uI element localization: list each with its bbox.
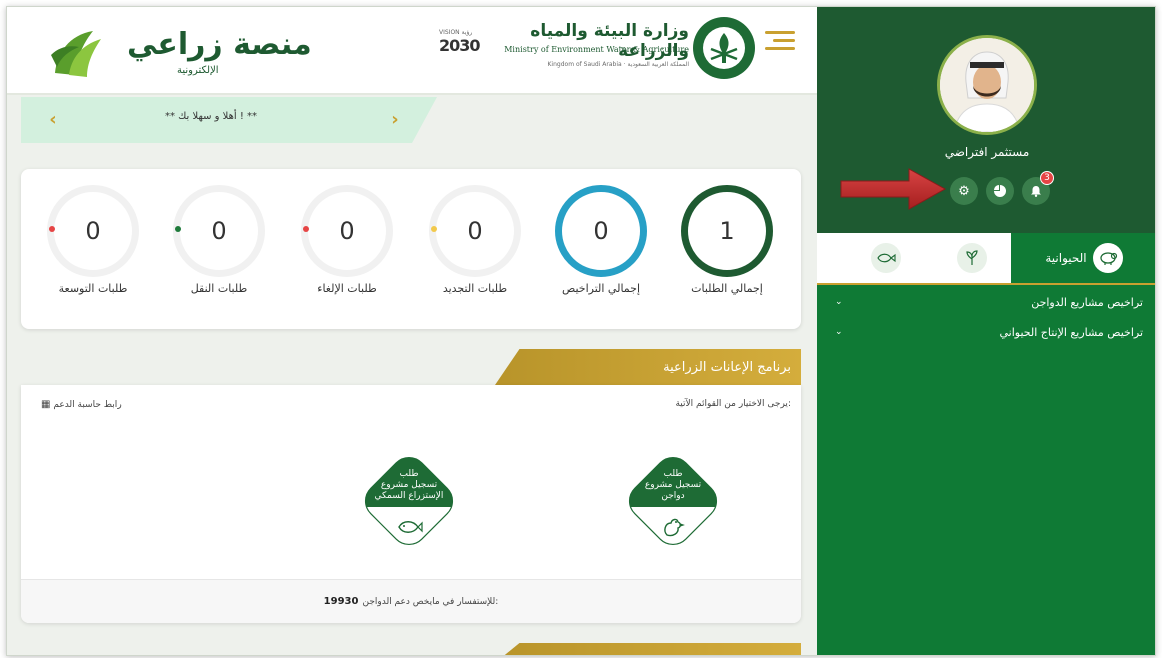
- stat-total-licenses[interactable]: 0 إجمالي التراخيص: [541, 179, 661, 319]
- leaf-logo-icon: [51, 31, 101, 77]
- gear-icon: ⚙: [958, 183, 970, 199]
- ministry-emblem-icon: [693, 17, 755, 79]
- vision-2030-logo: VISION رؤية 2030: [439, 29, 489, 59]
- welcome-ribbon: ‹ ** أهلا و سهلا بك ! ** ›: [21, 97, 437, 143]
- stat-ring: 0: [301, 185, 393, 277]
- stat-value: 0: [85, 217, 101, 245]
- stat-label: إجمالي الطلبات: [691, 282, 763, 295]
- annotation-arrow-icon: [840, 168, 947, 210]
- support-calculator-link[interactable]: ▦ رابط حاسبة الدعم: [41, 399, 122, 410]
- sidebar-item-label: تراخيص مشاريع الدواجن: [1031, 295, 1143, 309]
- prog-line: الإستزراع السمكي: [374, 491, 444, 501]
- stat-total-requests[interactable]: 1 إجمالي الطلبات: [667, 179, 787, 319]
- bell-icon: [1031, 186, 1041, 197]
- sheep-icon: [1092, 243, 1123, 273]
- vision-year: 2030: [439, 36, 481, 55]
- user-name: مستثمر افتراضي: [944, 145, 1030, 159]
- tab-fisheries[interactable]: [851, 233, 921, 283]
- statistics-card: 1 إجمالي الطلبات 0 إجمالي التراخيص 0 طلب…: [21, 169, 801, 329]
- stat-ring: 0: [429, 185, 521, 277]
- top-header: منصة زراعي الإلكترونية VISION رؤية 2030 …: [7, 7, 817, 95]
- avatar[interactable]: [937, 35, 1037, 135]
- stat-ring: 0: [47, 185, 139, 277]
- settings-button[interactable]: ⚙: [950, 177, 978, 205]
- status-dot: [303, 226, 309, 232]
- zerai-platform-logo[interactable]: منصة زراعي الإلكترونية: [47, 21, 312, 81]
- stat-value: 0: [467, 217, 483, 245]
- ministry-country: Kingdom of Saudi Arabia · المملكة العربي…: [547, 61, 690, 68]
- stat-label: طلبات النقل: [190, 282, 248, 295]
- sidebar-item-livestock-licenses[interactable]: تراخيص مشاريع الإنتاج الحيواني ⌄: [817, 317, 1155, 347]
- stat-value: 0: [339, 217, 355, 245]
- app-window: منصة زراعي الإلكترونية VISION رؤية 2030 …: [6, 6, 1156, 656]
- chevron-down-icon: ⌄: [835, 327, 843, 337]
- prog-line: طلب: [399, 469, 419, 479]
- welcome-text: ** أهلا و سهلا بك ! **: [164, 111, 258, 122]
- calculator-icon: ▦: [41, 399, 51, 410]
- programs-footer: 19930 للإستفسار في مايخص دعم الدواجن:: [21, 579, 801, 623]
- stat-value: 1: [719, 217, 735, 245]
- stat-value: 0: [593, 217, 609, 245]
- register-poultry-project-button[interactable]: طلب تسجيل مشروع دواجن: [621, 449, 725, 553]
- prog-line: تسجيل مشروع: [380, 480, 438, 490]
- profile-actions: ⚙ 3: [950, 171, 1054, 205]
- tab-livestock-label: الحيوانية: [1045, 251, 1087, 265]
- calc-link-text: رابط حاسبة الدعم: [53, 400, 122, 410]
- sidebar-tabs: الحيوانية: [817, 233, 1155, 285]
- status-dot: [175, 226, 181, 232]
- stat-transfer-requests[interactable]: 0 طلبات النقل: [159, 179, 279, 319]
- notification-count-badge: 3: [1040, 171, 1054, 185]
- programs-section-title: برنامج الإعانات الزراعية: [495, 349, 801, 385]
- tab-plants[interactable]: [937, 233, 1007, 283]
- chevron-down-icon: ⌄: [835, 297, 843, 307]
- prog-line: دواجن: [661, 491, 685, 501]
- stat-value: 0: [211, 217, 227, 245]
- stat-label: طلبات التجديد: [442, 282, 508, 295]
- tab-livestock[interactable]: الحيوانية: [1011, 233, 1155, 283]
- support-phone-number: 19930: [323, 596, 359, 607]
- plant-icon: [957, 243, 987, 273]
- ministry-name-en: Ministry of Environment Water & Agricult…: [504, 45, 689, 54]
- stat-ring: 0: [555, 185, 647, 277]
- status-dot: [49, 226, 55, 232]
- stat-cancellation-requests[interactable]: 0 طلبات الإلغاء: [287, 179, 407, 319]
- stat-ring: 0: [173, 185, 265, 277]
- stat-ring: 1: [681, 185, 773, 277]
- support-inquiry-text: للإستفسار في مايخص دعم الدواجن:: [362, 596, 499, 607]
- fish-icon: [398, 521, 423, 533]
- programs-hint: يرجى الاختيار من القوائم الآتية:: [675, 399, 791, 409]
- brand-name: منصة زراعي: [127, 27, 312, 62]
- chevron-right-icon[interactable]: ›: [385, 109, 405, 130]
- ministry-name-ar: وزارة البيئة والمياه والزراعة: [530, 21, 689, 61]
- stat-label: إجمالي التراخيص: [561, 282, 641, 295]
- pie-chart-icon: [994, 185, 1006, 197]
- sidebar: مستثمر افتراضي ⚙ 3 الحيوانية تراخيص مشار…: [817, 7, 1155, 655]
- programs-title-text: برنامج الإعانات الزراعية: [663, 359, 791, 375]
- prog-line: طلب: [663, 469, 683, 479]
- chevron-left-icon[interactable]: ‹: [43, 109, 63, 130]
- notifications-button[interactable]: 3: [1022, 171, 1054, 205]
- statistics-button[interactable]: [986, 177, 1014, 205]
- stat-renewal-requests[interactable]: 0 طلبات التجديد: [415, 179, 535, 319]
- programs-card: يرجى الاختيار من القوائم الآتية: ▦ رابط …: [21, 385, 801, 623]
- sidebar-item-label: تراخيص مشاريع الإنتاج الحيواني: [999, 325, 1143, 339]
- second-section-title: [495, 643, 801, 655]
- register-fish-farming-button[interactable]: طلب تسجيل مشروع الإستزراع السمكي: [357, 449, 461, 553]
- prog-line: تسجيل مشروع: [644, 480, 702, 490]
- sidebar-item-poultry-licenses[interactable]: تراخيص مشاريع الدواجن ⌄: [817, 287, 1155, 317]
- menu-toggle-icon[interactable]: [765, 29, 795, 51]
- fish-icon: [871, 243, 901, 273]
- vision-label: VISION رؤية: [439, 29, 473, 36]
- stat-expansion-requests[interactable]: 0 طلبات التوسعة: [33, 179, 153, 319]
- stat-label: طلبات الإلغاء: [317, 282, 377, 295]
- chicken-icon: [664, 518, 685, 537]
- status-dot: [431, 226, 437, 232]
- stat-label: طلبات التوسعة: [58, 282, 128, 295]
- sidebar-menu: تراخيص مشاريع الدواجن ⌄ تراخيص مشاريع ال…: [817, 287, 1155, 347]
- brand-subtitle: الإلكترونية: [177, 65, 219, 76]
